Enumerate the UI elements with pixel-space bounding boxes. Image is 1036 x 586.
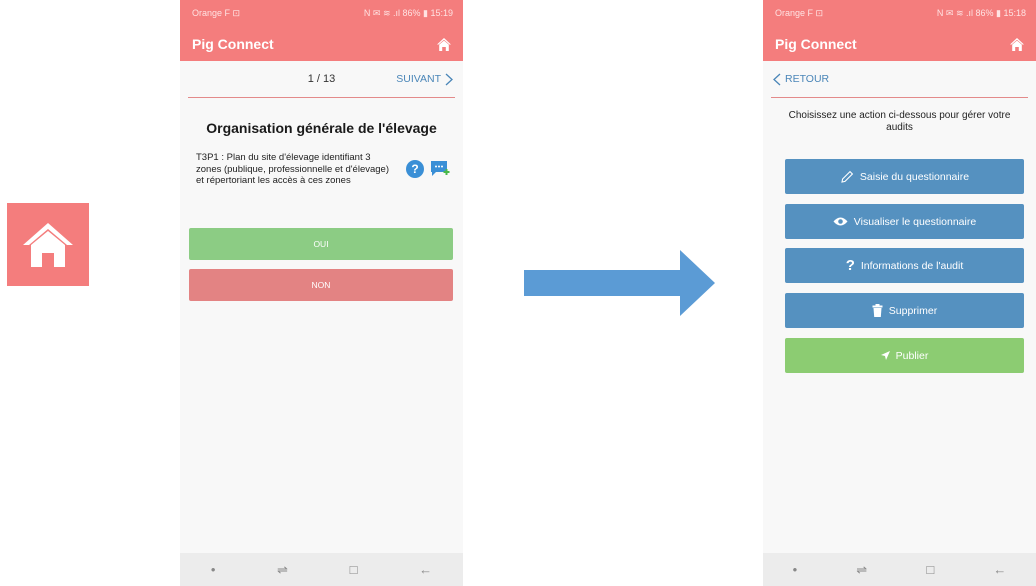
publish-button[interactable]: Publier	[785, 338, 1024, 373]
view-questionnaire-label: Visualiser le questionnaire	[853, 215, 977, 228]
yes-button[interactable]: OUI	[189, 228, 453, 260]
question-text: T3P1 : Plan du site d'élevage identifian…	[196, 152, 389, 186]
home-app-icon[interactable]	[7, 203, 89, 286]
house-icon	[1010, 37, 1024, 51]
back-row: RETOUR	[763, 61, 1036, 97]
intro-text: Choisissez une action ci-dessous pour gé…	[788, 110, 1011, 133]
publish-label: Publier	[895, 349, 929, 362]
back-nav-icon[interactable]: ←	[993, 562, 1006, 577]
home-nav-icon[interactable]: □	[926, 562, 934, 577]
divider	[771, 97, 1028, 98]
back-nav-icon[interactable]: ←	[419, 562, 432, 577]
next-button[interactable]: SUIVANT	[396, 73, 453, 86]
back-button[interactable]: RETOUR	[773, 73, 829, 86]
carrier-label: Orange F ⊡	[192, 8, 241, 18]
add-comment-icon[interactable]	[430, 160, 450, 178]
view-questionnaire-button[interactable]: Visualiser le questionnaire	[785, 204, 1024, 239]
home-button[interactable]	[1008, 35, 1026, 53]
delete-label: Supprimer	[888, 304, 938, 317]
divider	[188, 97, 455, 98]
edit-questionnaire-label: Saisie du questionnaire	[859, 170, 970, 183]
status-indicators: N ✉ ≋ .ıl 86% ▮ 15:18	[936, 8, 1026, 18]
status-indicators: N ✉ ≋ .ıl 86% ▮ 15:19	[363, 8, 453, 18]
nav-dot-icon[interactable]: •	[211, 562, 216, 577]
app-bar: Pig Connect	[180, 27, 463, 61]
trash-icon	[872, 304, 883, 317]
home-nav-icon[interactable]: □	[350, 562, 358, 577]
question-actions: ?	[406, 160, 450, 179]
nav-dot-icon[interactable]: •	[793, 562, 798, 577]
app-bar: Pig Connect	[763, 27, 1036, 61]
delete-button[interactable]: Supprimer	[785, 293, 1024, 328]
house-icon	[23, 222, 73, 267]
eye-icon	[833, 217, 848, 226]
edit-questionnaire-button[interactable]: Saisie du questionnaire	[785, 159, 1024, 194]
next-label: SUIVANT	[396, 73, 441, 85]
home-button[interactable]	[435, 35, 453, 53]
pencil-icon	[841, 170, 854, 183]
chevron-right-icon	[445, 73, 453, 85]
carrier-label: Orange F ⊡	[775, 8, 824, 18]
question-mark-icon: ?	[845, 257, 855, 274]
right-phone-screen: Orange F ⊡ N ✉ ≋ .ıl 86% ▮ 15:18 Pig Con…	[763, 0, 1036, 586]
back-label: RETOUR	[785, 73, 830, 85]
house-icon	[437, 37, 451, 51]
pager-row: 1 / 13 SUIVANT	[180, 61, 463, 97]
recent-apps-icon[interactable]: ⇌	[856, 562, 867, 578]
audit-info-button[interactable]: ? Informations de l'audit	[785, 248, 1024, 283]
recent-apps-icon[interactable]: ⇌	[277, 562, 288, 578]
help-icon[interactable]: ?	[406, 160, 424, 179]
system-nav-bar: • ⇌ □ ←	[763, 553, 1036, 586]
send-icon	[880, 351, 890, 360]
system-nav-bar: • ⇌ □ ←	[180, 553, 463, 586]
app-title: Pig Connect	[775, 36, 857, 52]
status-bar: Orange F ⊡ N ✉ ≋ .ıl 86% ▮ 15:19	[180, 0, 463, 27]
app-title: Pig Connect	[192, 36, 274, 52]
section-title: Organisation générale de l'élevage	[206, 120, 437, 136]
audit-info-label: Informations de l'audit	[860, 259, 964, 272]
question-row: T3P1 : Plan du site d'élevage identifian…	[196, 152, 453, 187]
left-phone-screen: Orange F ⊡ N ✉ ≋ .ıl 86% ▮ 15:19 Pig Con…	[180, 0, 463, 586]
status-bar: Orange F ⊡ N ✉ ≋ .ıl 86% ▮ 15:18	[763, 0, 1036, 27]
arrow-right-icon	[524, 250, 715, 316]
no-button[interactable]: NON	[189, 269, 453, 301]
chevron-left-icon	[773, 73, 781, 85]
